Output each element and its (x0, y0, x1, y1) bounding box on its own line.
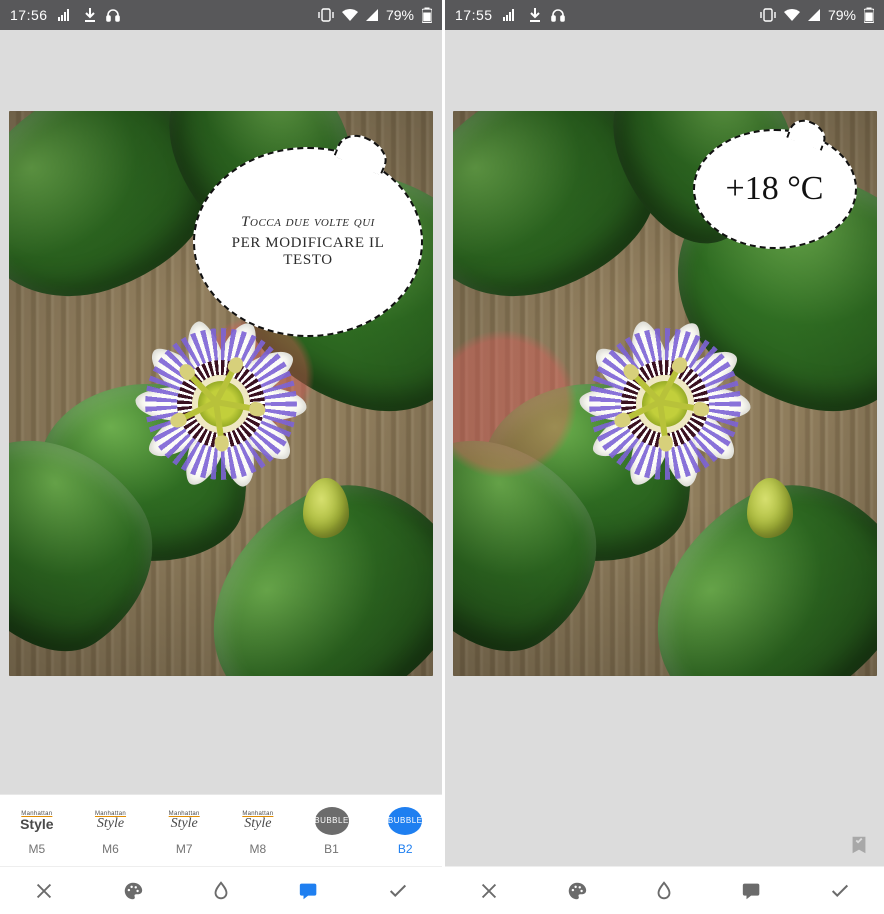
photo[interactable]: +18 °C (453, 111, 877, 676)
palette-button[interactable] (549, 871, 605, 911)
text-style-button[interactable] (281, 871, 337, 911)
flower (555, 294, 775, 514)
phone-left: 17:56 79% (0, 0, 442, 914)
close-button[interactable] (461, 871, 517, 911)
opacity-button[interactable] (636, 871, 692, 911)
style-option-m7[interactable]: ManhattanStyle M7 (147, 795, 221, 866)
drop-icon (653, 880, 675, 902)
download-icon (84, 8, 96, 22)
editor-canvas[interactable]: Tocca due volte qui PER MODIFICARE IL TE… (0, 30, 442, 794)
status-battery-pct: 79% (828, 7, 856, 23)
text-bubble-icon (741, 880, 763, 902)
close-icon (33, 880, 55, 902)
palette-icon (566, 880, 588, 902)
signal-icon (503, 9, 519, 21)
headphones-icon (106, 8, 120, 22)
cell-icon (366, 9, 378, 21)
style-option-m6[interactable]: ManhattanStyle M6 (74, 795, 148, 866)
style-option-m8[interactable]: ManhattanStyle M8 (221, 795, 295, 866)
status-bar: 17:55 79% (445, 0, 884, 30)
close-icon (478, 880, 500, 902)
style-strip[interactable]: ManhattanStyle M5 ManhattanStyle M6 Manh… (0, 794, 442, 866)
wifi-icon (342, 9, 358, 21)
confirm-button[interactable] (370, 871, 426, 911)
opacity-button[interactable] (193, 871, 249, 911)
headphones-icon (551, 8, 565, 22)
style-option-b1[interactable]: BUBBLE B1 (295, 795, 369, 866)
status-bar: 17:56 79% (0, 0, 442, 30)
battery-icon (422, 7, 432, 23)
palette-button[interactable] (105, 871, 161, 911)
bubble-line-1: Tocca due volte qui (217, 214, 399, 231)
download-icon (529, 8, 541, 22)
wifi-icon (784, 9, 800, 21)
signal-icon (58, 9, 74, 21)
bubble-text: +18 °C (726, 170, 824, 208)
check-icon (829, 880, 851, 902)
phone-right: 17:55 79% (442, 0, 884, 914)
style-option-m5[interactable]: ManhattanStyle M5 (0, 795, 74, 866)
text-style-button[interactable] (724, 871, 780, 911)
bubble-line-2: PER MODIFICARE IL TESTO (217, 235, 399, 269)
bottom-toolbar (0, 866, 442, 914)
status-battery-pct: 79% (386, 7, 414, 23)
editor-canvas[interactable]: +18 °C (445, 30, 884, 866)
text-bubble-icon (298, 880, 320, 902)
drop-icon (210, 880, 232, 902)
status-time: 17:56 (10, 7, 48, 23)
battery-icon (864, 7, 874, 23)
palette-icon (122, 880, 144, 902)
check-icon (387, 880, 409, 902)
close-button[interactable] (16, 871, 72, 911)
status-time: 17:55 (455, 7, 493, 23)
style-option-b2[interactable]: BUBBLE B2 (368, 795, 442, 866)
confirm-button[interactable] (812, 871, 868, 911)
vibrate-icon (318, 8, 334, 22)
bottom-toolbar (445, 866, 884, 914)
bookmark-icon[interactable] (846, 832, 872, 858)
speech-bubble[interactable]: +18 °C (693, 129, 857, 249)
speech-bubble[interactable]: Tocca due volte qui PER MODIFICARE IL TE… (193, 147, 423, 337)
cell-icon (808, 9, 820, 21)
photo[interactable]: Tocca due volte qui PER MODIFICARE IL TE… (9, 111, 433, 676)
vibrate-icon (760, 8, 776, 22)
